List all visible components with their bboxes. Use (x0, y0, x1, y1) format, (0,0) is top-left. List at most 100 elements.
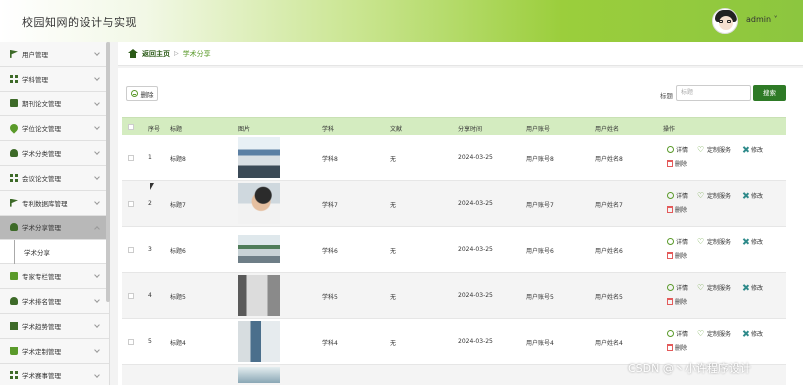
flag-icon (10, 198, 18, 207)
row-checkbox[interactable] (128, 155, 134, 161)
sidebar-item-ranking[interactable]: 学术排名管理 (0, 289, 109, 314)
user-icon (10, 297, 18, 306)
chevron-up-icon (94, 225, 100, 232)
breadcrumb-home[interactable]: 返回主页 (142, 49, 170, 59)
sidebar-item-conference[interactable]: 会议论文管理 (0, 165, 109, 191)
trash-icon (667, 206, 673, 213)
sidebar-item-category[interactable]: 学术分类管理 (0, 141, 109, 166)
col-header-image[interactable]: 图片 (238, 124, 250, 133)
sidebar-item-subject[interactable]: 学科管理 (0, 66, 109, 92)
custom-service-button[interactable]: ♡ 定制服务 (697, 283, 731, 293)
edit-button[interactable]: 修改 (742, 145, 763, 154)
row-delete-button[interactable]: 删除 (667, 251, 687, 260)
cell-index: 2 (148, 200, 152, 207)
data-table: 序号 标题 图片 学科 文献 分享时间 用户账号 用户姓名 操作 1 标题8 学… (122, 117, 786, 385)
row-image (238, 321, 280, 362)
cell-subject: 学科6 (322, 248, 338, 255)
cell-time: 2024-03-25 (458, 292, 493, 299)
edit-button[interactable]: 修改 (742, 283, 763, 292)
row-checkbox[interactable] (128, 247, 134, 253)
edit-button[interactable]: 修改 (742, 329, 763, 338)
sidebar-item-contest[interactable]: 学术赛事管理 (0, 363, 109, 385)
cell-doc: 无 (390, 340, 397, 347)
row-image (238, 367, 280, 383)
cell-name: 用户姓名5 (595, 294, 623, 301)
sidebar-item-label: 学术赛事管理 (22, 372, 61, 381)
col-header-name[interactable]: 用户姓名 (595, 124, 619, 133)
cell-index: 5 (148, 338, 152, 345)
row-checkbox[interactable] (128, 339, 134, 345)
breadcrumb-separator: ▷ (174, 50, 179, 57)
main-content: 删除 标题 标题 搜索 序号 标题 图片 学科 文献 分享时间 用户账号 用户姓… (118, 68, 803, 385)
cell-subject: 学科8 (322, 156, 338, 163)
edit-button[interactable]: 修改 (742, 191, 763, 200)
custom-service-label: 定制服务 (707, 147, 732, 154)
trash-icon (667, 298, 673, 305)
custom-service-label: 定制服务 (707, 331, 732, 338)
detail-label: 详情 (676, 331, 689, 338)
custom-service-button[interactable]: ♡ 定制服务 (697, 145, 732, 155)
edit-button[interactable]: 修改 (742, 237, 763, 246)
col-header-account[interactable]: 用户账号 (526, 124, 550, 133)
detail-button[interactable]: 详情 (667, 191, 688, 200)
col-header-index[interactable]: 序号 (148, 124, 160, 133)
custom-service-button[interactable]: ♡ 定制服务 (697, 191, 731, 201)
cell-doc: 无 (390, 156, 397, 163)
sidebar-subitem-label: 学术分享 (24, 248, 50, 257)
detail-button[interactable]: 详情 (667, 237, 688, 246)
sidebar-item-share[interactable]: 学术分享管理 (0, 215, 109, 241)
custom-service-button[interactable]: ♡ 定制服务 (697, 329, 732, 339)
row-checkbox[interactable] (128, 201, 134, 207)
row-image (238, 235, 280, 263)
col-header-doc[interactable]: 文献 (390, 124, 402, 133)
table-header: 序号 标题 图片 学科 文献 分享时间 用户账号 用户姓名 操作 (122, 117, 786, 135)
detail-button[interactable]: 详情 (667, 145, 688, 154)
row-delete-button[interactable]: 删除 (667, 343, 687, 352)
delete-button[interactable]: 删除 (126, 86, 158, 101)
sidebar-item-custom[interactable]: 学术定制管理 (0, 338, 109, 364)
select-all-checkbox[interactable] (128, 124, 134, 130)
cell-doc: 无 (390, 248, 397, 255)
watermark: CSDN @丶小许程序设计 (628, 362, 751, 375)
sidebar-subitem-share[interactable]: 学术分享 (0, 240, 109, 265)
sidebar-item-thesis[interactable]: 学位论文管理 (0, 116, 109, 142)
trash-icon (667, 252, 673, 259)
search-input[interactable]: 标题 (676, 85, 751, 101)
row-delete-label: 删除 (675, 299, 688, 306)
heart-icon: ♡ (697, 191, 705, 200)
row-delete-label: 删除 (675, 345, 688, 352)
custom-service-button[interactable]: ♡ 定制服务 (697, 237, 731, 247)
sidebar-item-expert[interactable]: 专家专栏管理 (0, 264, 109, 290)
col-header-title[interactable]: 标题 (170, 124, 182, 133)
row-checkbox[interactable] (128, 293, 134, 299)
sidebar-item-trend[interactable]: 学术趋势管理 (0, 313, 109, 339)
row-delete-button[interactable]: 删除 (667, 205, 687, 214)
chevron-down-icon (94, 346, 100, 353)
view-icon (667, 284, 674, 291)
col-header-subject[interactable]: 学科 (322, 124, 334, 133)
view-icon (667, 238, 674, 245)
sidebar-scrollbar[interactable] (106, 42, 110, 302)
col-header-actions: 操作 (663, 126, 676, 133)
detail-label: 详情 (676, 193, 689, 200)
cell-title: 标题4 (170, 340, 186, 347)
avatar[interactable] (712, 8, 738, 34)
row-delete-button[interactable]: 删除 (667, 297, 687, 306)
chevron-down-icon (94, 99, 100, 106)
detail-button[interactable]: 详情 (667, 283, 688, 292)
col-header-time[interactable]: 分享时间 (458, 124, 482, 133)
detail-button[interactable]: 详情 (667, 329, 688, 338)
sidebar-item-user[interactable]: 用户管理 (0, 42, 109, 67)
cell-subject: 学科4 (322, 340, 338, 347)
cell-time: 2024-03-25 (458, 200, 493, 207)
sidebar-item-patent[interactable]: 专利数据库管理 (0, 190, 109, 216)
search-button[interactable]: 搜索 (753, 85, 786, 101)
row-delete-button[interactable]: 删除 (667, 159, 687, 168)
view-icon (667, 192, 674, 199)
heart-icon: ♡ (697, 237, 705, 246)
home-icon[interactable] (128, 49, 138, 58)
row-delete-label: 删除 (675, 161, 688, 168)
user-menu[interactable]: admin ˅ (746, 15, 778, 24)
sidebar-item-journal[interactable]: 期刊论文管理 (0, 91, 109, 117)
trash-icon (667, 160, 673, 167)
